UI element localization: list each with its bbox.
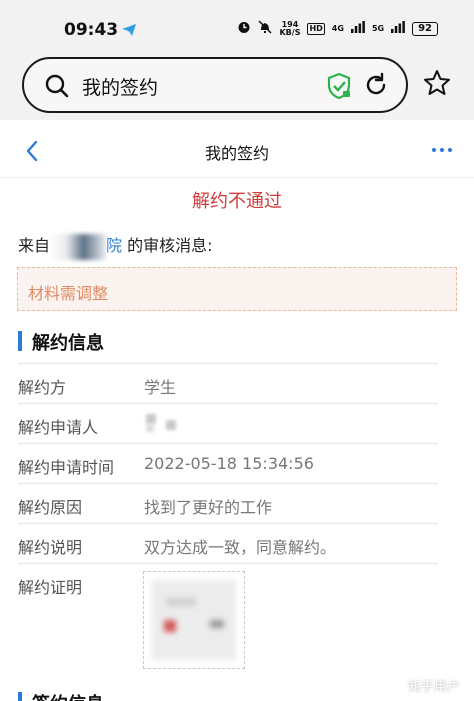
info-row-party: 解约方 学生 [18, 364, 438, 404]
page-title: 我的签约 [204, 144, 269, 163]
net-4g-label: 4G [331, 23, 344, 33]
more-options-icon[interactable] [432, 148, 452, 152]
redacted-applicant [144, 414, 178, 436]
info-row-value: 2022-05-18 15:34:56 [144, 454, 314, 473]
section-accent-bar [18, 331, 22, 351]
status-icons: 194 KB/S HD 4G 5G 92 [237, 20, 438, 37]
signal-icon [350, 21, 365, 36]
address-text: 我的签约 [82, 77, 159, 99]
review-source-prefix: 来自 [18, 236, 51, 255]
status-bar: 09:43 194 KB/S HD 4G 5G 92 [0, 0, 474, 48]
telegram-send-icon [121, 22, 137, 41]
info-row-apply-time: 解约申请时间 2022-05-18 15:34:56 [18, 444, 438, 484]
signal-5g-icon [391, 21, 405, 36]
info-row-label: 解约申请时间 [18, 458, 115, 477]
info-row-label: 解约证明 [18, 578, 83, 597]
battery-indicator: 92 [412, 21, 438, 36]
bookmark-star-icon[interactable] [423, 69, 451, 101]
watermark: 知乎用户 [407, 680, 460, 695]
search-icon [44, 73, 70, 103]
info-row-value: 找到了更好的工作 [144, 498, 273, 517]
info-row-label: 解约方 [18, 378, 67, 397]
address-bar[interactable]: 我的签约 [22, 57, 408, 113]
hd-badge: HD [307, 22, 325, 35]
info-row-value: 学生 [144, 378, 177, 397]
reload-icon[interactable] [362, 71, 390, 103]
mute-bell-icon [258, 20, 272, 37]
review-message-text: 材料需调整 [28, 284, 109, 303]
net-5g-label: 5G [371, 23, 385, 33]
section-title: 解约信息 [32, 333, 104, 354]
alarm-icon [237, 20, 251, 37]
info-row-label: 解约申请人 [18, 418, 99, 437]
review-source-org: 院 [106, 236, 123, 255]
cancellation-status-title: 解约不通过 [192, 191, 282, 212]
net-speed: 194 KB/S [279, 20, 301, 37]
info-row-value: 双方达成一致，同意解约。 [144, 538, 337, 557]
net-speed-unit: KB/S [279, 27, 301, 37]
proof-image-thumbnail[interactable] [143, 571, 245, 669]
status-time: 09:43 [64, 20, 119, 40]
section-accent-bar [18, 692, 22, 701]
security-shield-icon[interactable] [326, 72, 352, 104]
section-title: 签约信息 [32, 690, 104, 701]
review-message-box: 材料需调整 [17, 267, 457, 311]
info-row-applicant: 解约申请人 [18, 404, 438, 444]
redacted-proof-image [152, 580, 236, 660]
info-row-description: 解约说明 双方达成一致，同意解约。 [18, 524, 438, 564]
info-row-reason: 解约原因 找到了更好的工作 [18, 484, 438, 524]
info-row-label: 解约说明 [18, 538, 83, 557]
review-source-text: 来自 院 的审核消息: [18, 232, 213, 260]
review-source-suffix: 的审核消息: [122, 236, 213, 255]
info-row-label: 解约原因 [18, 498, 83, 517]
redacted-name [50, 233, 107, 260]
browser-toolbar: 我的签约 [0, 48, 474, 120]
page-header: 我的签约 [0, 122, 474, 178]
